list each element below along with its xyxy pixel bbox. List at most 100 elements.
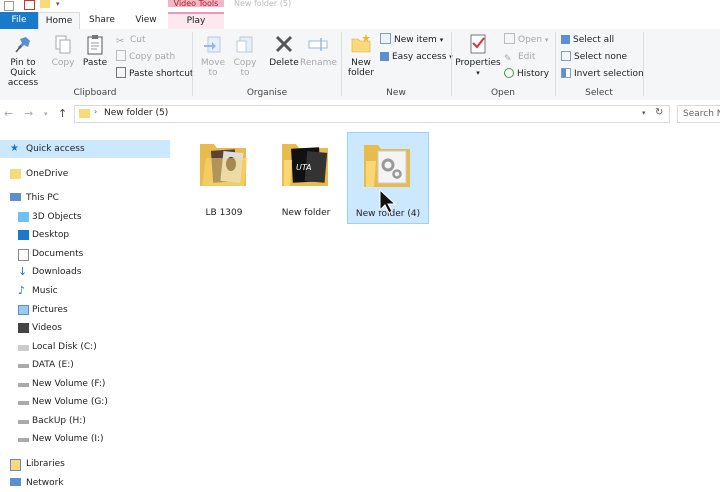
- drive-icon: [18, 438, 29, 442]
- copy-to-button[interactable]: Copy to: [230, 33, 260, 78]
- copy-to-label-line2: to: [240, 68, 250, 78]
- contextual-tab-label: Video Tools: [168, 0, 224, 7]
- back-arrow-icon[interactable]: ←: [4, 107, 13, 120]
- pin-label-line1: Pin to Quick: [10, 58, 36, 78]
- star-icon: ★: [10, 143, 19, 154]
- sidebar-item-label: New Volume (F:): [32, 379, 106, 389]
- invert-selection-label: Invert selection: [574, 69, 644, 79]
- new-folder-button[interactable]: New folder: [344, 33, 378, 78]
- pictures-icon: [18, 305, 29, 315]
- breadcrumb-chevron-icon: ›: [94, 107, 98, 116]
- sidebar-item-label: DATA (E:): [32, 360, 74, 370]
- cut-button[interactable]: ✂ Cut: [116, 33, 146, 47]
- rename-icon: [307, 33, 329, 55]
- invert-selection-button[interactable]: Invert selection: [561, 67, 644, 81]
- new-item-icon: [380, 33, 391, 44]
- ribbon-separator: [341, 32, 342, 96]
- recent-chevron-down-icon[interactable]: ▾: [44, 110, 48, 118]
- svg-text:UTA: UTA: [296, 163, 311, 172]
- new-item-button[interactable]: New item ▾: [380, 33, 443, 47]
- folder-icon: [79, 109, 90, 118]
- delete-button[interactable]: Delete: [266, 33, 302, 68]
- up-arrow-icon[interactable]: ↑: [58, 107, 67, 120]
- ribbon: Pin to Quick access Copy Paste ✂ Cut Copy…: [0, 29, 720, 101]
- edit-button[interactable]: ✎ Edit: [504, 50, 535, 65]
- select-group-label: Select: [585, 88, 613, 98]
- sidebar-item-label: Downloads: [32, 267, 82, 277]
- chevron-down-icon: ▾: [439, 36, 444, 44]
- easy-access-icon: [380, 52, 389, 61]
- tab-share[interactable]: Share: [80, 12, 124, 29]
- history-button[interactable]: History: [504, 67, 549, 81]
- rename-button[interactable]: Rename: [300, 33, 337, 68]
- folder-item-new-folder[interactable]: UTA New folder: [266, 132, 346, 222]
- paste-shortcut-button[interactable]: Paste shortcut: [116, 67, 193, 81]
- desktop-icon: [18, 230, 29, 240]
- undo-quick-icon[interactable]: [24, 0, 35, 10]
- tab-view[interactable]: View: [126, 12, 166, 29]
- open-group-label: Open: [490, 88, 516, 98]
- sidebar-item-label: Pictures: [32, 305, 68, 315]
- properties-button[interactable]: Properties ▾: [455, 33, 501, 78]
- breadcrumb-current[interactable]: New folder (5): [104, 108, 168, 118]
- paste-label: Paste: [82, 58, 108, 68]
- move-to-button[interactable]: Move to: [198, 33, 228, 78]
- sidebar-item-label: Documents: [32, 249, 84, 259]
- folder-video-thumbnail-icon: UTA: [282, 144, 328, 186]
- easy-access-button[interactable]: Easy access ▾: [380, 50, 453, 64]
- music-note-icon: ♪: [18, 284, 26, 297]
- address-bar[interactable]: › New folder (5) ▾ ↻: [74, 105, 670, 123]
- clipboard-group-label: Clipboard: [73, 88, 117, 98]
- open-button[interactable]: Open ▾: [504, 33, 548, 47]
- chevron-down-icon: ▾: [476, 69, 480, 77]
- search-input[interactable]: Search N: [677, 105, 720, 123]
- folder-icon: [10, 169, 21, 179]
- forward-arrow-icon[interactable]: →: [24, 107, 33, 120]
- folder-item-lb-1309[interactable]: LB 1309: [184, 132, 264, 222]
- properties-quick-icon[interactable]: [4, 1, 14, 11]
- tab-home[interactable]: Home: [38, 12, 80, 30]
- cube-icon: [18, 212, 29, 222]
- move-to-label-line2: to: [208, 68, 218, 78]
- sidebar-item-label: Local Disk (C:): [32, 342, 97, 352]
- drive-icon: [18, 383, 29, 387]
- computer-icon: [10, 193, 21, 201]
- sidebar-item-label: Quick access: [26, 144, 85, 154]
- chevron-down-icon[interactable]: ▾: [56, 0, 60, 8]
- new-group-label: New: [386, 88, 406, 98]
- ribbon-separator: [643, 32, 644, 96]
- new-folder-label-line2: folder: [347, 68, 375, 78]
- copy-label: Copy: [51, 58, 75, 68]
- libraries-icon: [10, 459, 21, 471]
- drive-icon: [18, 345, 29, 351]
- open-label: Open: [518, 35, 543, 45]
- select-none-button[interactable]: Select none: [561, 50, 627, 64]
- sidebar-item-label: Music: [32, 286, 58, 296]
- copy-path-button[interactable]: Copy path: [116, 50, 175, 64]
- ribbon-separator: [451, 32, 452, 96]
- copy-to-icon: [234, 33, 256, 55]
- invert-selection-icon: [561, 68, 571, 78]
- select-all-button[interactable]: Select all: [561, 33, 614, 47]
- new-folder-label-line1: New: [351, 58, 371, 68]
- file-name: New folder: [281, 208, 331, 218]
- sidebar-item-label: BackUp (H:): [32, 416, 86, 426]
- tab-file[interactable]: File: [0, 12, 38, 29]
- sidebar-item-label: 3D Objects: [32, 212, 82, 222]
- window-title: New folder (5): [234, 0, 292, 8]
- sidebar-item-quick-access[interactable]: ★ Quick access: [0, 140, 170, 158]
- address-history-chevron-icon[interactable]: ▾: [642, 109, 646, 117]
- ribbon-separator: [555, 32, 556, 96]
- tab-play[interactable]: Play: [168, 12, 224, 29]
- select-all-label: Select all: [573, 35, 615, 45]
- paste-button[interactable]: Paste: [80, 33, 110, 68]
- chevron-down-icon: ▾: [544, 36, 549, 44]
- copy-button[interactable]: Copy: [48, 33, 78, 68]
- history-icon: [504, 68, 514, 78]
- copy-path-label: Copy path: [129, 52, 176, 62]
- refresh-icon[interactable]: ↻: [655, 107, 663, 118]
- copy-icon: [52, 33, 74, 55]
- pin-to-quick-access-button[interactable]: Pin to Quick access: [0, 33, 46, 88]
- properties-icon: [467, 33, 489, 55]
- new-folder-quick-icon[interactable]: [40, 0, 50, 8]
